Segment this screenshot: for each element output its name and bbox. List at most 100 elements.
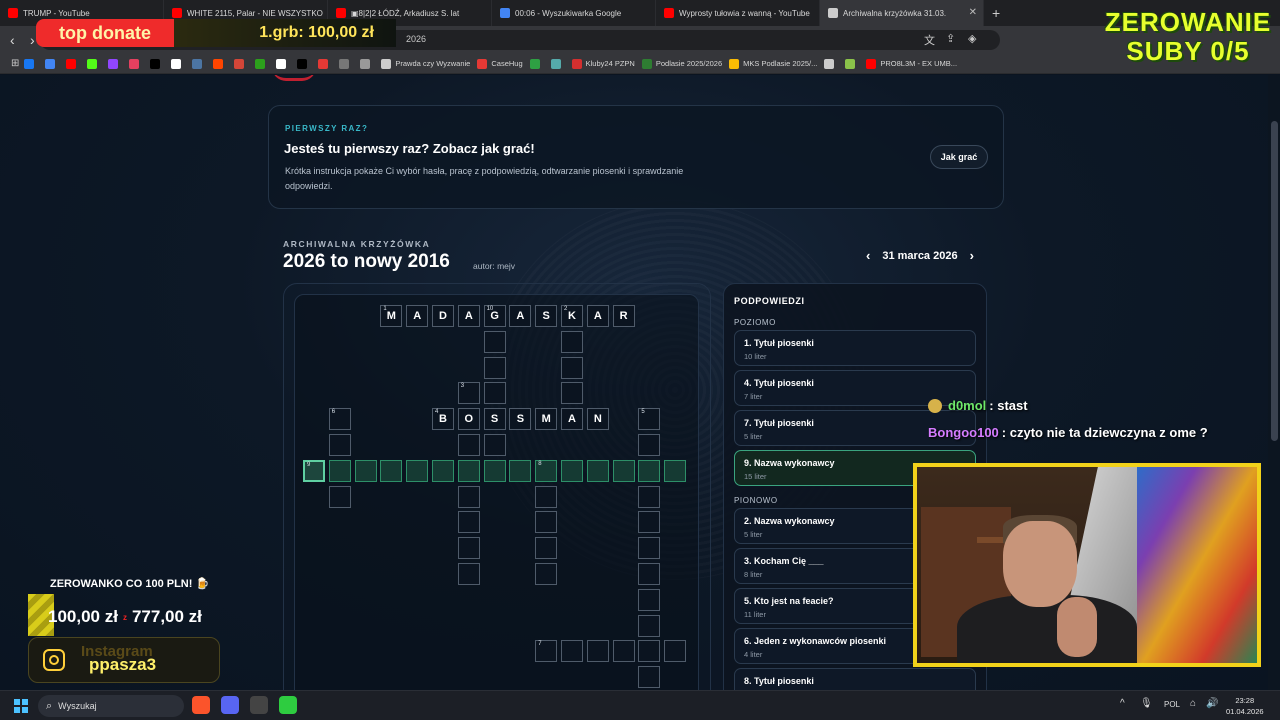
crossword-cell[interactable] [483,330,506,353]
tray-expand-icon[interactable]: ^ [1120,698,1125,709]
scroll-thumb[interactable] [1271,121,1278,441]
crossword-cell[interactable]: D [432,305,454,327]
crossword-cell[interactable] [638,614,661,637]
crossword-cell[interactable] [638,640,661,663]
forward-icon[interactable]: › [30,32,35,48]
crossword-cell[interactable] [406,459,429,482]
crossword-cell[interactable]: S [509,408,532,431]
crossword-cell[interactable] [638,511,661,534]
crossword-cell[interactable]: 9 [303,459,325,482]
bookmark-item[interactable] [66,58,80,69]
bookmark-item[interactable] [171,58,185,69]
bookmark-item[interactable] [255,58,269,69]
back-icon[interactable]: ‹ [10,32,15,48]
bookmark-item[interactable] [192,58,206,69]
crossword-cell[interactable] [612,459,635,482]
taskbar-clock[interactable]: 23:28 01.04.2026 [1226,695,1264,717]
crossword-cell[interactable] [457,563,480,585]
bookmark-item[interactable] [318,58,332,69]
bookmark-item[interactable]: Kluby24 PZPN [571,58,635,69]
crossword-cell[interactable] [535,511,558,534]
discord-icon[interactable] [221,696,239,714]
prev-date-icon[interactable]: ‹ [866,248,870,263]
taskbar-search[interactable]: ⌕ Wyszukaj [38,695,184,717]
crossword-cell[interactable] [638,434,661,456]
browser-tab[interactable]: Wyprosty tułowia z wanną - YouTube [656,0,820,26]
bookmark-item[interactable] [339,58,353,69]
crossword-cell[interactable] [380,459,403,482]
crossword-cell[interactable] [586,459,609,482]
crossword-cell[interactable] [561,356,583,379]
bookmark-item[interactable] [24,58,38,69]
bookmark-item[interactable] [276,58,290,69]
bookmark-item[interactable] [129,58,143,69]
crossword-cell[interactable] [612,640,635,663]
crossword-cell[interactable]: N [586,408,609,431]
crossword-cell[interactable] [535,563,558,585]
bookmark-item[interactable] [87,58,101,69]
crossword-cell[interactable] [457,537,480,560]
obs-icon[interactable] [250,696,268,714]
microphone-icon[interactable]: 🎙 [1140,698,1153,709]
crossword-cell[interactable]: 1M [380,305,403,327]
apps-grid-icon[interactable]: ⊞ [11,58,19,69]
crossword-cell[interactable]: R [612,305,635,327]
close-tab-icon[interactable]: ✕ [969,7,977,18]
bookmark-item[interactable]: Podlasie 2025/2026 [641,58,722,69]
bookmark-item[interactable]: MKS Podlasie 2025/... [729,58,817,69]
bookmark-item[interactable] [150,58,164,69]
clue-item[interactable]: 1. Tytuł piosenki 10 liter [734,330,976,366]
crossword-cell[interactable]: 5 [638,408,661,431]
crossword-cell[interactable]: A [509,305,532,327]
crossword-cell[interactable] [561,330,583,353]
brave-shield-icon[interactable]: ◈ [968,32,976,45]
crossword-cell[interactable] [483,434,506,456]
bookmark-item[interactable] [108,58,122,69]
crossword-cell[interactable] [664,459,687,482]
crossword-cell[interactable] [457,511,480,534]
crossword-cell[interactable] [561,382,583,405]
page-scrollbar[interactable] [1268,75,1280,690]
share-icon[interactable]: ⇪ [946,32,955,45]
bookmark-item[interactable] [45,58,59,69]
browser-tab[interactable]: Archiwalna krzyżówka 31.03. ✕ [820,0,984,26]
crossword-cell[interactable]: A [561,408,583,431]
crossword-cell[interactable]: A [406,305,429,327]
crossword-cell[interactable] [483,382,506,405]
crossword-cell[interactable] [354,459,377,482]
language-indicator[interactable]: POL [1164,700,1180,709]
next-date-icon[interactable]: › [970,248,974,263]
how-to-play-button[interactable]: Jak grać [930,145,988,169]
bookmark-item[interactable] [845,58,859,69]
bookmark-item[interactable] [529,58,544,69]
bookmark-item[interactable] [213,58,227,69]
crossword-cell[interactable] [638,563,661,585]
crossword-cell[interactable] [664,640,687,663]
crossword-cell[interactable] [483,459,506,482]
crossword-cell[interactable]: 6 [328,408,351,431]
crossword-cell[interactable]: A [457,305,480,327]
crossword-cell[interactable]: O [457,408,480,431]
crossword-cell[interactable] [328,459,351,482]
crossword-cell[interactable]: A [586,305,609,327]
crossword-cell[interactable] [483,356,506,379]
bookmark-item[interactable]: CaseHug [477,58,523,69]
bookmark-item[interactable] [297,58,311,69]
app-icon[interactable] [279,696,297,714]
crossword-cell[interactable] [509,459,532,482]
crossword-cell[interactable]: 7 [535,640,558,663]
crossword-cell[interactable]: M [535,408,558,431]
bookmark-item[interactable] [360,58,374,69]
crossword-cell[interactable] [638,537,661,560]
browser-tab[interactable]: 00:06 - Wyszukiwarka Google [492,0,656,26]
crossword-cell[interactable] [457,459,480,482]
bookmark-item[interactable]: Prawda czy Wyzwanie [381,58,470,69]
crossword-cell[interactable]: S [535,305,558,327]
crossword-cell[interactable] [638,666,661,689]
bookmark-item[interactable] [824,58,838,69]
brave-icon[interactable] [192,696,210,714]
bookmark-item[interactable] [234,58,248,69]
crossword-cell[interactable] [535,485,558,508]
crossword-cell[interactable] [638,588,661,611]
crossword-cell[interactable] [328,434,351,456]
